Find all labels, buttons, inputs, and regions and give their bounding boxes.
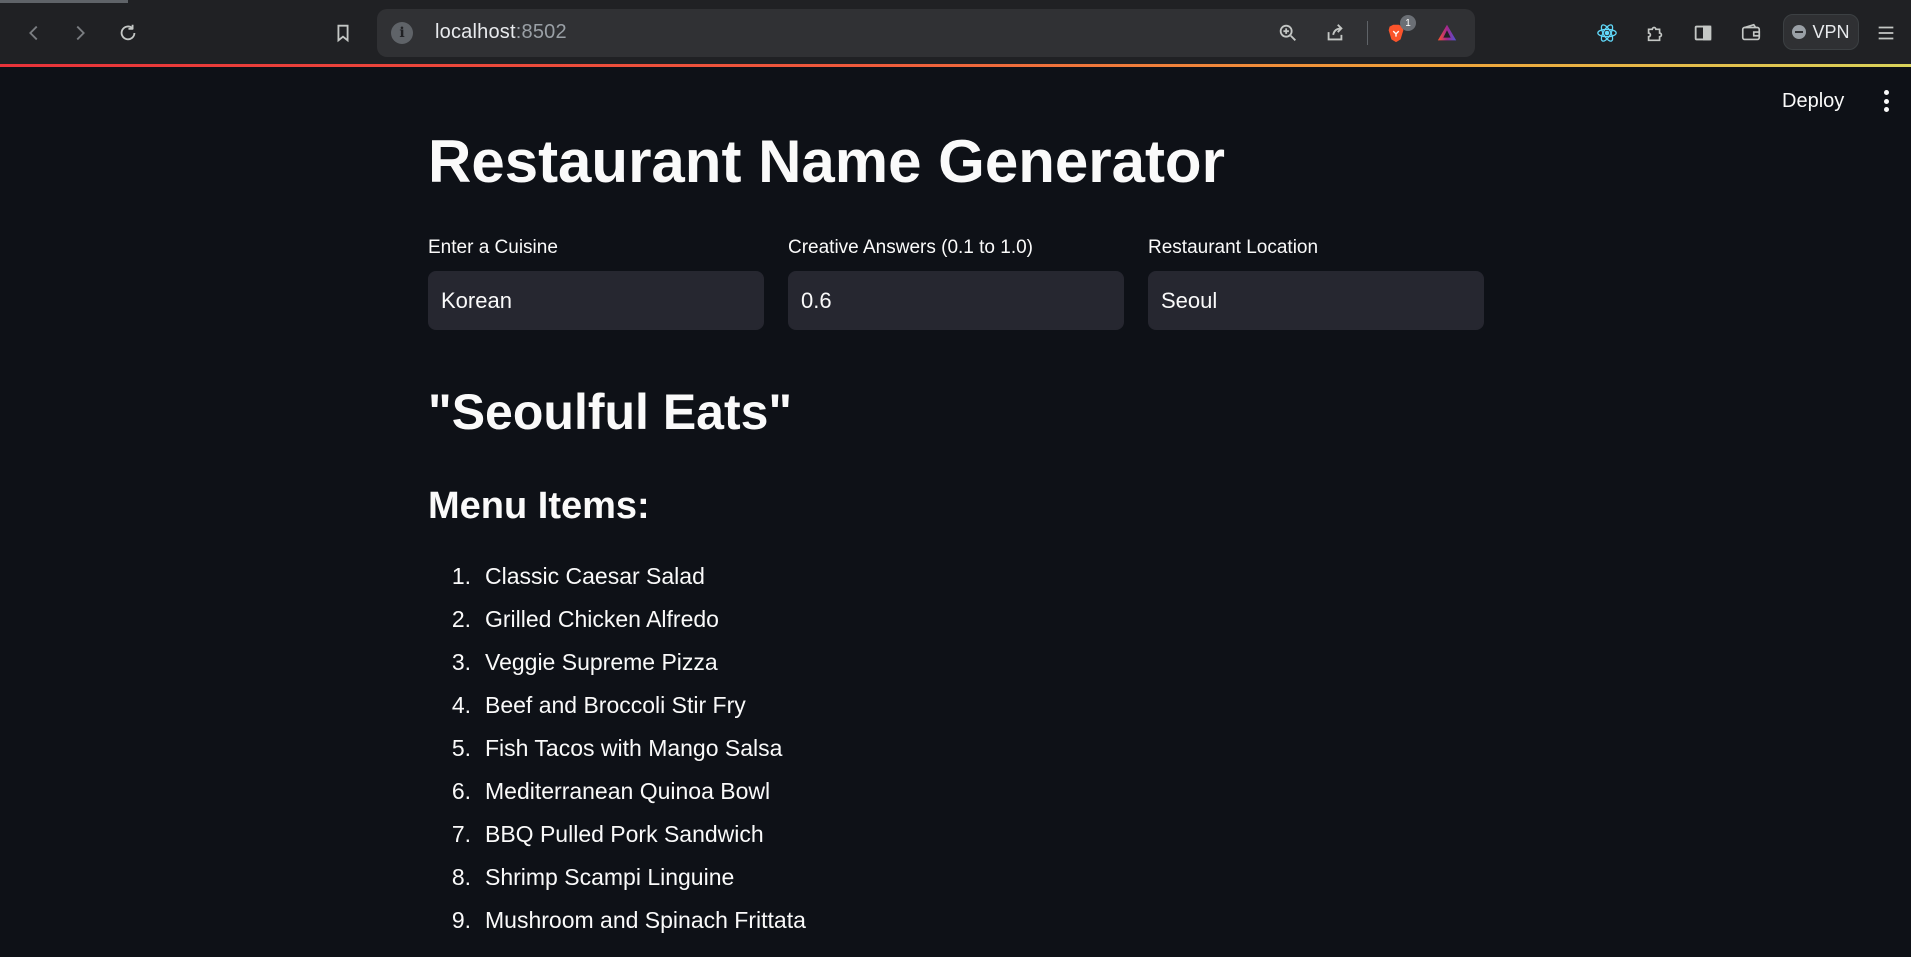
vpn-status-icon: [1792, 25, 1807, 39]
vpn-button[interactable]: VPN: [1783, 14, 1859, 50]
list-item-text: Mediterranean Quinoa Bowl: [485, 778, 771, 804]
site-info-icon[interactable]: i: [391, 22, 413, 44]
cuisine-field: Enter a Cuisine: [428, 237, 764, 330]
url-port: :8502: [515, 21, 567, 43]
list-item: 3. Veggie Supreme Pizza: [428, 641, 806, 684]
chevron-left-icon: [29, 25, 38, 41]
list-item-number: 7.: [451, 821, 471, 847]
creativity-input[interactable]: [788, 271, 1124, 330]
menu-list: 1. Classic Caesar Salad 2. Grilled Chicken…: [428, 555, 806, 942]
list-item-number: 4.: [451, 692, 471, 718]
vpn-label: VPN: [1812, 21, 1850, 42]
address-bar[interactable]: i localhost:8502: [377, 9, 1475, 57]
sidebar-toggle-button[interactable]: [1686, 16, 1720, 50]
kebab-dot-icon: [1883, 90, 1889, 95]
browser-toolbar: i localhost:8502 1 VPN: [0, 0, 1911, 67]
kebab-dot-icon: [1883, 107, 1889, 112]
list-item-text: Classic Caesar Salad: [485, 563, 705, 589]
location-input[interactable]: [1148, 271, 1484, 330]
location-field: Restaurant Location: [1148, 237, 1484, 330]
kebab-dot-icon: [1883, 98, 1889, 104]
list-item-text: Veggie Supreme Pizza: [485, 649, 718, 675]
list-item: 8. Shrimp Scampi Linguine: [428, 856, 806, 899]
toolbar-separator: [1367, 21, 1368, 45]
location-label: Restaurant Location: [1148, 237, 1319, 258]
chevron-right-icon: [76, 25, 85, 41]
hamburger-menu-icon: [1878, 26, 1894, 40]
deploy-button[interactable]: Deploy: [1770, 86, 1856, 116]
page-title: Restaurant Name Generator: [428, 128, 1225, 195]
bookmark-button[interactable]: [326, 16, 360, 50]
list-item-number: 2.: [451, 606, 471, 632]
reload-icon: [120, 24, 136, 41]
cuisine-input[interactable]: [428, 271, 764, 330]
bookmark-icon: [337, 24, 349, 43]
zoom-button[interactable]: [1271, 16, 1305, 50]
brave-rewards-icon: [1437, 24, 1457, 41]
url-text[interactable]: localhost:8502: [435, 21, 567, 44]
list-item: 5. Fish Tacos with Mango Salsa: [428, 727, 806, 770]
puzzle-icon: [1647, 26, 1663, 42]
creativity-label: Creative Answers (0.1 to 1.0): [788, 237, 1033, 258]
share-button[interactable]: [1318, 16, 1352, 50]
list-item-text: Beef and Broccoli Stir Fry: [485, 692, 746, 718]
list-item: 7. BBQ Pulled Pork Sandwich: [428, 813, 806, 856]
list-item: 1. Classic Caesar Salad: [428, 555, 806, 598]
list-item-number: 1.: [451, 563, 471, 589]
creativity-field: Creative Answers (0.1 to 1.0): [788, 237, 1124, 330]
browser-menu-button[interactable]: [1869, 16, 1903, 50]
react-devtools-button[interactable]: [1590, 16, 1624, 50]
list-item: 4. Beef and Broccoli Stir Fry: [428, 684, 806, 727]
restaurant-name-heading: "Seoulful Eats": [428, 384, 793, 440]
zoom-in-icon: [1279, 24, 1296, 41]
page-accent-bar: [0, 64, 1911, 67]
forward-button[interactable]: [63, 16, 97, 50]
brave-rewards-button[interactable]: [1430, 16, 1464, 50]
list-item: 9. Mushroom and Spinach Frittata: [428, 899, 806, 942]
list-item-text: BBQ Pulled Pork Sandwich: [485, 821, 764, 847]
list-item-text: Fish Tacos with Mango Salsa: [485, 735, 783, 761]
extensions-button[interactable]: [1638, 16, 1672, 50]
tab-loading-indicator: [0, 0, 128, 3]
list-item-number: 6.: [451, 778, 471, 804]
list-item: 6. Mediterranean Quinoa Bowl: [428, 770, 806, 813]
list-item-text: Mushroom and Spinach Frittata: [485, 907, 806, 933]
url-host: localhost: [435, 21, 516, 43]
list-item: 2. Grilled Chicken Alfredo: [428, 598, 806, 641]
list-item-text: Grilled Chicken Alfredo: [485, 606, 719, 632]
wallet-button[interactable]: [1734, 16, 1768, 50]
back-button[interactable]: [17, 16, 51, 50]
app-menu-button[interactable]: [1876, 88, 1896, 114]
list-item-number: 9.: [451, 907, 471, 933]
share-icon: [1327, 24, 1343, 41]
sidebar-icon: [1694, 25, 1712, 41]
list-item-number: 3.: [451, 649, 471, 675]
list-item-number: 5.: [451, 735, 471, 761]
wallet-icon: [1741, 23, 1761, 41]
reload-button[interactable]: [111, 16, 145, 50]
list-item-text: Shrimp Scampi Linguine: [485, 864, 735, 890]
react-icon: [1597, 24, 1617, 42]
menu-items-heading: Menu Items:: [428, 485, 650, 527]
list-item-number: 8.: [451, 864, 471, 890]
shields-count-badge: 1: [1400, 15, 1416, 31]
cuisine-label: Enter a Cuisine: [428, 237, 558, 258]
